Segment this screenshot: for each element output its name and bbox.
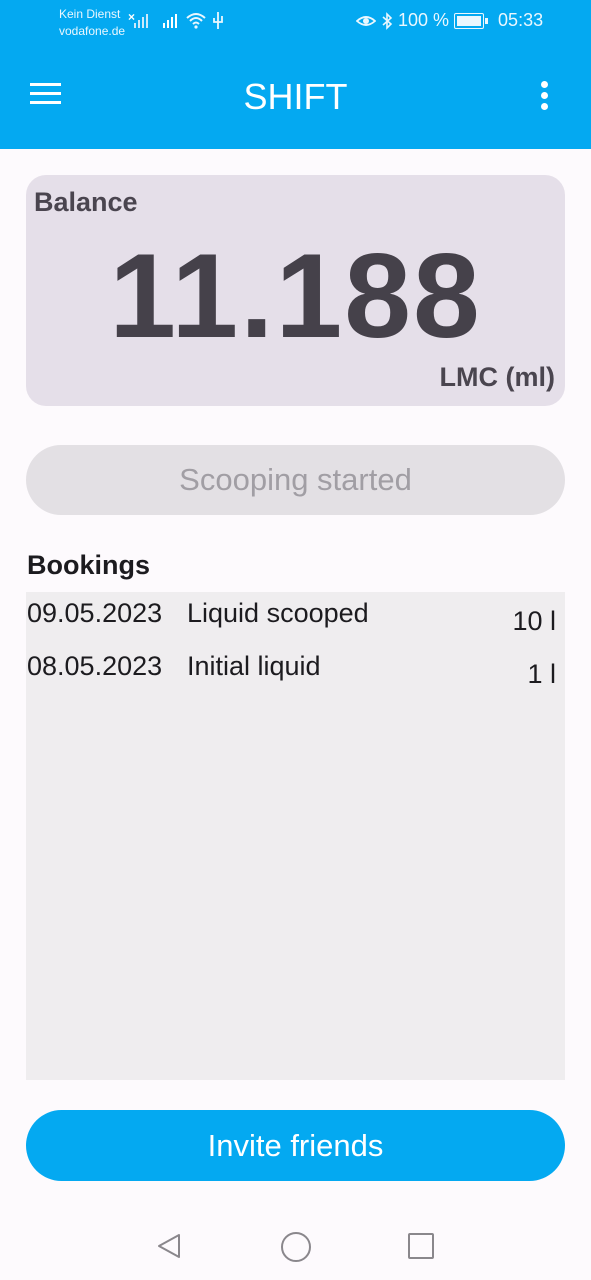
- booking-amount: 10 l: [512, 606, 556, 636]
- battery-icon: [454, 12, 489, 29]
- wifi-icon: [186, 12, 223, 29]
- bluetooth-icon: [382, 11, 393, 30]
- bookings-title: Bookings: [27, 550, 151, 580]
- balance-card: Balance 11.188 LMC (ml): [26, 175, 565, 406]
- more-vertical-icon[interactable]: [536, 81, 552, 113]
- back-icon[interactable]: [155, 1232, 185, 1262]
- app-bar: Kein Dienst vodafone.de × 100 % 05:33 SH…: [0, 0, 591, 149]
- balance-label: Balance: [34, 187, 138, 217]
- balance-unit: LMC (ml): [439, 362, 555, 392]
- carrier-line-1: Kein Dienst: [59, 7, 121, 21]
- list-item: 08.05.2023 Initial liquid 1 l: [26, 645, 565, 698]
- balance-value: 11.188: [109, 229, 482, 363]
- system-nav-bar: [0, 1210, 591, 1280]
- scooping-button[interactable]: Scooping started: [26, 445, 565, 515]
- signal-icon: [134, 12, 148, 28]
- list-item: 09.05.2023 Liquid scooped 10 l: [26, 592, 565, 645]
- clock: 05:33: [498, 10, 544, 30]
- invite-friends-button[interactable]: Invite friends: [26, 1110, 565, 1181]
- app-title: SHIFT: [243, 76, 348, 117]
- signal-icon: [163, 12, 177, 28]
- battery-percent: 100 %: [398, 10, 450, 30]
- bookings-list[interactable]: 09.05.2023 Liquid scooped 10 l 08.05.202…: [26, 592, 565, 1080]
- booking-description: Initial liquid: [187, 651, 321, 681]
- carrier-info: Kein Dienst vodafone.de: [59, 6, 125, 40]
- home-icon[interactable]: [281, 1232, 311, 1262]
- booking-date: 08.05.2023: [27, 651, 163, 681]
- eye-icon: [356, 15, 376, 26]
- booking-date: 09.05.2023: [27, 598, 163, 628]
- carrier-line-2: vodafone.de: [59, 24, 126, 38]
- booking-description: Liquid scooped: [187, 598, 369, 628]
- status-right: 100 % 05:33: [356, 10, 543, 31]
- booking-amount: 1 l: [527, 659, 556, 689]
- recent-apps-icon[interactable]: [408, 1233, 434, 1259]
